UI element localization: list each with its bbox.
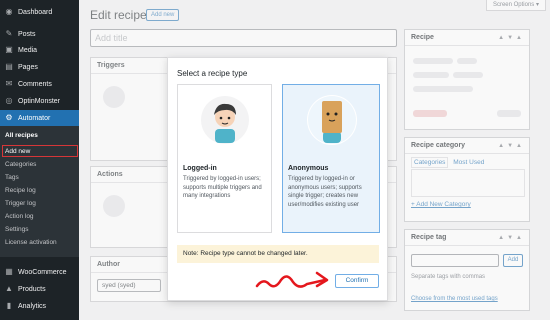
logged-in-title: Logged-in (183, 165, 217, 172)
sidebar-item-label: Pages (18, 63, 38, 71)
screen-options-button[interactable]: Screen Options ▾ (485, 0, 546, 11)
posts-icon: ✎ (5, 29, 13, 38)
anonymous-title: Anonymous (288, 165, 329, 172)
add-new-button[interactable]: Add new (146, 9, 180, 21)
sidebar-item-label: OptinMonster (18, 97, 61, 105)
anonymous-description: Triggered by logged-in or anonymous user… (288, 176, 362, 208)
woocommerce-icon: ▦ (5, 267, 13, 276)
submenu-trigger-log[interactable]: Trigger log (5, 198, 36, 209)
sidebar-item-posts[interactable]: ✎ Posts (0, 26, 79, 42)
author-select[interactable]: syed (syed) (97, 279, 161, 292)
sidebar-item-automator[interactable]: ⚙ Automator (0, 110, 79, 126)
sidebar-item-label: WooCommerce (18, 268, 67, 276)
automator-icon: ⚙ (5, 113, 13, 122)
trigger-placeholder (103, 86, 125, 108)
confirm-button[interactable]: Confirm (335, 274, 379, 288)
submenu-settings[interactable]: Settings (5, 224, 29, 235)
sidebar-item-analytics[interactable]: ▮ Analytics (0, 298, 79, 314)
sidebar-item-media[interactable]: ▣ Media (0, 42, 79, 58)
automator-submenu: All recipes Add new Categories Tags Reci… (0, 126, 79, 257)
sidebar-item-label: Products (18, 285, 46, 293)
logged-in-description: Triggered by logged-in users; supports m… (183, 176, 262, 199)
products-icon: ▲ (5, 284, 13, 293)
logged-in-avatar-icon (200, 95, 250, 145)
sidebar-item-label: Analytics (18, 302, 47, 310)
action-placeholder (103, 195, 125, 217)
sidebar-item-label: Posts (18, 30, 36, 38)
submenu-categories[interactable]: Categories (5, 159, 36, 170)
sidebar-item-dashboard[interactable]: ◉ Dashboard (0, 4, 79, 20)
sidebar-item-woocommerce[interactable]: ▦ WooCommerce (0, 264, 79, 280)
dashboard-icon: ◉ (5, 7, 13, 16)
comments-icon: ✉ (5, 79, 13, 88)
submenu-tags[interactable]: Tags (5, 172, 19, 183)
sidebar-item-products[interactable]: ▲ Products (0, 281, 79, 297)
sidebar-item-label: Media (18, 46, 38, 54)
submenu-add-new[interactable]: Add new (5, 146, 30, 157)
sidebar-item-pages[interactable]: ▤ Pages (0, 59, 79, 75)
modal-title: Select a recipe type (177, 69, 248, 78)
sidebar-item-label: Comments (18, 80, 52, 88)
sidebar-item-label: Dashboard (18, 8, 53, 16)
anonymous-avatar-icon (307, 95, 357, 145)
media-icon: ▣ (5, 45, 13, 54)
optinmonster-icon: ◎ (5, 96, 13, 105)
sidebar-item-comments[interactable]: ✉ Comments (0, 76, 79, 92)
analytics-icon: ▮ (6, 301, 12, 310)
submenu-action-log[interactable]: Action log (5, 211, 34, 222)
submenu-recipe-log[interactable]: Recipe log (5, 185, 36, 196)
admin-sidebar: ◉ Dashboard ✎ Posts ▣ Media ▤ Pages ✉ Co… (0, 0, 79, 320)
sidebar-item-label: Automator (18, 114, 51, 122)
page-title: Edit recipe (90, 8, 147, 22)
sidebar-item-optinmonster[interactable]: ◎ OptinMonster (0, 93, 79, 109)
submenu-license-activation[interactable]: License activation (5, 237, 57, 248)
anonymous-option[interactable]: Anonymous Triggered by logged-in or anon… (282, 84, 380, 233)
logged-in-option[interactable]: Logged-in Triggered by logged-in users; … (177, 84, 272, 233)
annotation-arrow-icon (255, 271, 329, 288)
submenu-all-recipes[interactable]: All recipes (5, 130, 38, 141)
recipe-title-input[interactable]: Add title (90, 29, 397, 47)
pages-icon: ▤ (5, 62, 13, 71)
